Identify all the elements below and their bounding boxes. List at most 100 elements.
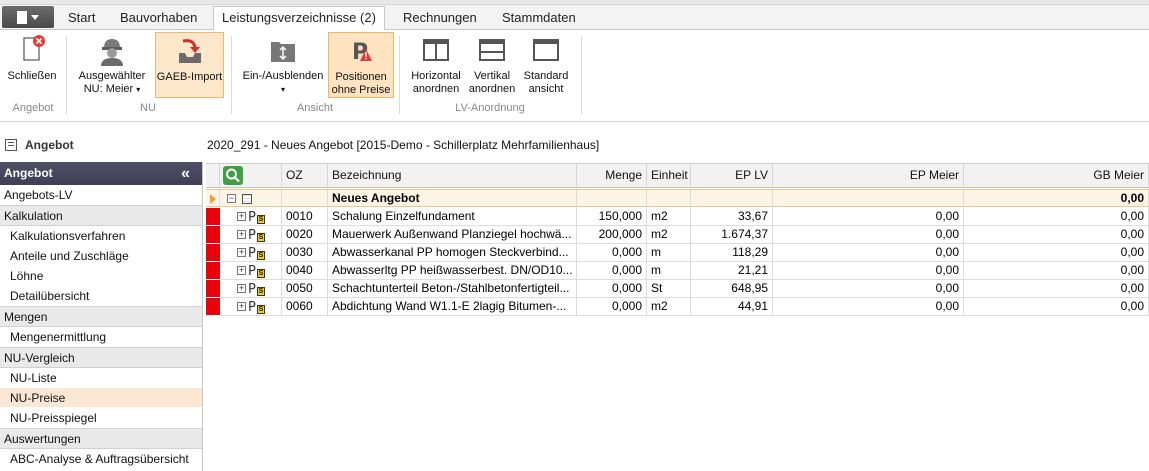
ribbon: Schließen Angebot Ausgewählter NU: Meier… [0, 30, 1149, 122]
app-menu-button[interactable] [2, 6, 54, 28]
tab-rechnungen[interactable]: Rechnungen [395, 8, 485, 30]
table-row[interactable]: + P S 0020 Mauerwerk Außenwand Planziegel ho… [206, 226, 1149, 244]
tab-bauvorhaben[interactable]: Bauvorhaben [112, 8, 205, 30]
table-row[interactable]: + P S 0060 Abdichtung Wand W1.1-E 2lagig Bit… [206, 298, 1149, 316]
standard-label-1: Standard [523, 70, 569, 82]
sidebar-item-kalkulationsverfahren[interactable]: Kalkulationsverfahren [0, 226, 202, 246]
cell-ep-lv: 648,95 [691, 280, 773, 298]
sidebar-item-nu-preise[interactable]: NU-Preise [0, 388, 202, 408]
worker-icon [95, 34, 129, 66]
search-icon[interactable] [223, 166, 243, 185]
cell-ep-meier[interactable]: 0,00 [773, 280, 964, 298]
gaeb-import-button[interactable]: GAEB-Import [155, 32, 224, 98]
sidebar-header: Angebot « [0, 162, 202, 185]
sidebar-item-nu-preisspiegel[interactable]: NU-Preisspiegel [0, 408, 202, 428]
column-header-menge[interactable]: Menge [577, 164, 647, 188]
tab-stammdaten[interactable]: Stammdaten [494, 8, 584, 30]
cell-oz: 0020 [282, 226, 328, 244]
expand-icon[interactable]: + [237, 230, 246, 239]
status-marker [206, 298, 220, 316]
sidebar-group-auswertungen[interactable]: Auswertungen [0, 428, 202, 449]
cell-ep-meier[interactable]: 0,00 [773, 262, 964, 280]
expand-icon[interactable]: + [237, 266, 246, 275]
grid-header-marker [206, 164, 220, 188]
cell-menge: 150,000 [577, 208, 647, 226]
lv-grid: OZ Bezeichnung Menge Einheit EP LV EP Me… [206, 163, 1149, 316]
cell-einheit: m [647, 262, 691, 280]
cell-menge: 0,000 [577, 244, 647, 262]
tab-start[interactable]: Start [60, 8, 103, 30]
collapse-icon[interactable]: « [181, 162, 190, 185]
cell-menge: 0,000 [577, 280, 647, 298]
group-label-lv-anordnung: LV-Anordnung [455, 102, 525, 114]
row-pointer [206, 190, 220, 208]
positions-without-prices-button[interactable]: P Positionen ohne Preise [328, 32, 394, 98]
expand-icon[interactable]: + [237, 212, 246, 221]
toggle-columns-button[interactable]: Ein-/Ausblenden ▾ [238, 32, 328, 98]
column-header-einheit[interactable]: Einheit [647, 164, 691, 188]
cell-ep-meier[interactable]: 0,00 [773, 226, 964, 244]
arrange-horizontal-button[interactable]: Horizontal anordnen [406, 32, 466, 98]
column-header-ep-meier[interactable]: EP Meier [773, 164, 964, 188]
chevron-down-icon [31, 14, 39, 20]
table-row[interactable]: + P S 0040 Abwasserltg PP heißwasserbest. DN… [206, 262, 1149, 280]
cell-ep-meier[interactable]: 0,00 [773, 208, 964, 226]
column-header-ep-lv[interactable]: EP LV [691, 164, 773, 188]
standard-label-2: ansicht [528, 83, 564, 95]
sidebar-item-abc-analyse[interactable]: ABC-Analyse & Auftragsübersicht [0, 449, 202, 469]
cell-einheit: m [647, 244, 691, 262]
chevron-down-icon: ▾ [280, 85, 285, 94]
split-horizontal-icon [419, 34, 453, 66]
collapse-icon[interactable]: − [227, 194, 236, 203]
cell-einheit: St [647, 280, 691, 298]
table-group-row[interactable]: − Neues Angebot 0,00 [206, 189, 1149, 208]
sidebar-item-detailuebersicht[interactable]: Detailübersicht [0, 286, 202, 306]
cell-bezeichnung: Abdichtung Wand W1.1-E 2lagig Bitumen-..… [328, 298, 577, 316]
cell-bezeichnung: Schachtunterteil Beton-/Stahlbetonfertig… [328, 280, 577, 298]
folder-toggle-icon [266, 34, 300, 66]
position-icon: P [248, 210, 256, 225]
cell-bezeichnung: Abwasserkanal PP homogen Steckverbind... [328, 244, 577, 262]
group-gb-meier: 0,00 [964, 190, 1149, 208]
s-badge-icon: S [257, 251, 265, 260]
vertical-label-1: Vertikal [473, 70, 511, 82]
sidebar-item-mengenermittlung[interactable]: Mengenermittlung [0, 327, 202, 347]
sidebar-item-angebots-lv[interactable]: Angebots-LV [0, 185, 202, 205]
cell-ep-meier[interactable]: 0,00 [773, 244, 964, 262]
status-marker [206, 208, 220, 226]
position-icon: P [248, 282, 256, 297]
column-header-bezeichnung[interactable]: Bezeichnung [328, 164, 577, 188]
table-row[interactable]: + P S 0050 Schachtunterteil Beton-/Stahlbeto… [206, 280, 1149, 298]
expand-icon[interactable]: + [237, 248, 246, 257]
expand-icon[interactable]: + [237, 302, 246, 311]
column-header-oz[interactable]: OZ [282, 164, 328, 188]
sidebar-group-kalkulation[interactable]: Kalkulation [0, 205, 202, 226]
tab-leistungsverzeichnisse[interactable]: Leistungsverzeichnisse (2) [213, 6, 385, 31]
sidebar-item-nu-liste[interactable]: NU-Liste [0, 368, 202, 388]
standard-view-button[interactable]: Standard ansicht [518, 32, 574, 98]
positions-label-2: ohne Preise [331, 84, 391, 96]
list-icon [5, 139, 17, 151]
status-marker [206, 280, 220, 298]
column-header-gb-meier[interactable]: GB Meier [964, 164, 1149, 188]
window-icon [529, 34, 563, 66]
close-label: Schließen [7, 70, 57, 82]
sidebar-group-nu-vergleich[interactable]: NU-Vergleich [0, 347, 202, 368]
arrange-vertical-button[interactable]: Vertikal anordnen [466, 32, 518, 98]
sidebar-item-anteile-zuschlaege[interactable]: Anteile und Zuschläge [0, 246, 202, 266]
position-warning-icon: P [344, 35, 378, 67]
s-badge-icon: S [257, 215, 265, 224]
cell-oz: 0030 [282, 244, 328, 262]
split-vertical-icon [475, 34, 509, 66]
sidebar-item-loehne[interactable]: Löhne [0, 266, 202, 286]
table-row[interactable]: + P S 0010 Schalung Einzelfundament 150,000 m2… [206, 208, 1149, 226]
nu-select-button[interactable]: Ausgewählter NU: Meier ▾ [74, 32, 150, 98]
s-badge-icon: S [257, 269, 265, 278]
grid-header-search [220, 164, 282, 188]
expand-icon[interactable]: + [237, 284, 246, 293]
table-row[interactable]: + P S 0030 Abwasserkanal PP homogen Steckver… [206, 244, 1149, 262]
cell-ep-meier[interactable]: 0,00 [773, 298, 964, 316]
close-button[interactable]: Schließen [4, 32, 60, 98]
sidebar-group-mengen[interactable]: Mengen [0, 306, 202, 327]
vertical-label-2: anordnen [468, 83, 516, 95]
